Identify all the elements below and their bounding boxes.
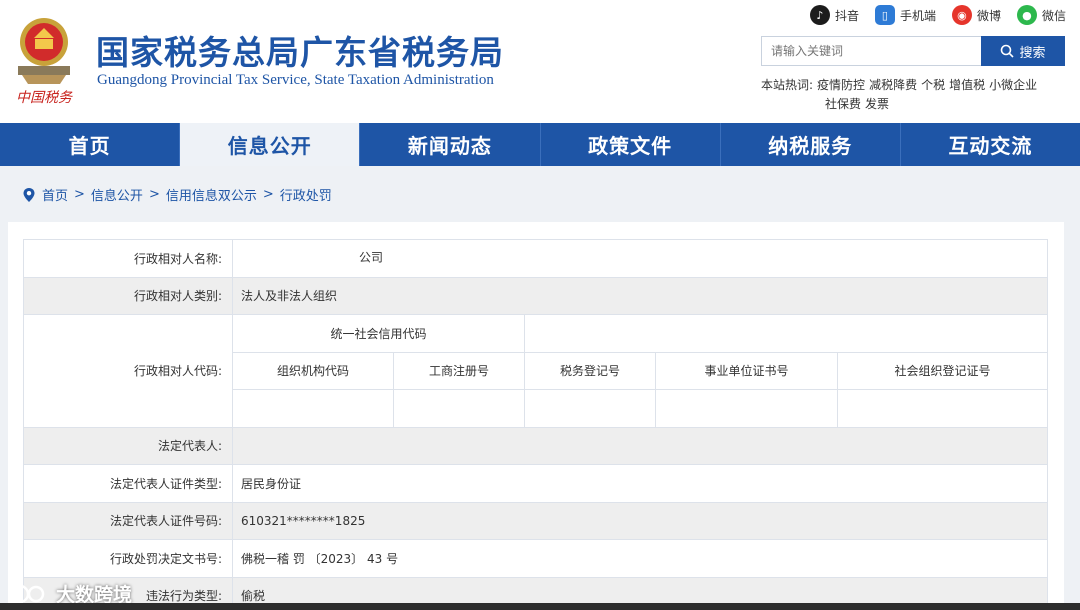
social-wechat[interactable]: ● 微信 xyxy=(1016,5,1066,25)
id-no-label: 法定代表人证件号码: xyxy=(23,501,233,540)
site-title: 国家税务总局广东省税务局 xyxy=(96,33,504,72)
hot-word-link[interactable]: 减税降费 xyxy=(869,78,917,92)
type-label: 行政相对人类别: xyxy=(23,276,233,315)
table-row: 行政处罚决定文书号: 佛税一稽 罚 〔2023〕 43 号 xyxy=(23,539,1049,578)
tax-reg-header: 税务登记号 xyxy=(524,351,656,390)
table-row: 行政相对人名称: 公司 xyxy=(23,239,1049,278)
douyin-icon: ♪ xyxy=(809,5,830,25)
table-row: 法定代表人证件类型: 居民身份证 xyxy=(23,464,1049,503)
legal-rep-label: 法定代表人: xyxy=(23,426,233,465)
weibo-icon: ◉ xyxy=(951,5,972,25)
id-type-value: 居民身份证 xyxy=(231,464,1049,503)
credit-code-label: 统一社会信用代码 xyxy=(232,314,525,353)
site-header: 中国税务 国家税务总局广东省税务局 Guangdong Provincial T… xyxy=(0,0,1080,123)
breadcrumb-credit-info[interactable]: 信用信息双公示 xyxy=(166,185,257,204)
code-label: 行政相对人代码: xyxy=(23,314,233,428)
nav-item-tax-service[interactable]: 纳税服务 xyxy=(721,123,901,166)
business-reg-value xyxy=(393,389,525,428)
id-type-label: 法定代表人证件类型: xyxy=(23,464,233,503)
social-mobile[interactable]: ▯ 手机端 xyxy=(874,5,936,25)
id-no-value: 610321********1825 xyxy=(231,501,1049,540)
social-org-header: 社会组织登记证号 xyxy=(836,351,1049,390)
hot-word-link[interactable]: 社保费 xyxy=(825,97,861,111)
decision-label: 行政处罚决定文书号: xyxy=(23,539,233,578)
social-weibo-label: 微博 xyxy=(976,8,1001,23)
decision-value: 佛税一稽 罚 〔2023〕 43 号 xyxy=(231,539,1049,578)
social-douyin-label: 抖音 xyxy=(834,8,859,23)
mobile-icon: ▯ xyxy=(874,5,895,25)
tax-reg-value xyxy=(524,389,656,428)
social-links: ♪ 抖音 ▯ 手机端 ◉ 微博 ● 微信 xyxy=(809,5,1066,25)
nav-item-info-disclosure[interactable]: 信息公开 xyxy=(180,123,361,166)
search-icon xyxy=(1001,44,1015,58)
social-wechat-label: 微信 xyxy=(1041,8,1066,23)
main-nav: 首页 信息公开 新闻动态 政策文件 纳税服务 互动交流 xyxy=(0,123,1080,166)
search-input[interactable] xyxy=(761,36,981,66)
org-code-header: 组织机构代码 xyxy=(232,351,394,390)
tax-emblem-logo[interactable]: 中国税务 xyxy=(8,12,80,106)
credit-code-value xyxy=(523,314,1049,353)
nav-item-news[interactable]: 新闻动态 xyxy=(360,123,541,166)
table-row: 行政相对人代码: 统一社会信用代码 xyxy=(23,314,1049,428)
social-org-value xyxy=(836,389,1049,428)
table-row: 行政相对人类别: 法人及非法人组织 xyxy=(23,276,1049,315)
hot-word-link[interactable]: 个税 xyxy=(921,78,945,92)
breadcrumb-info-disclosure[interactable]: 信息公开 xyxy=(91,185,143,204)
search-button-label: 搜索 xyxy=(1019,45,1046,61)
social-douyin[interactable]: ♪ 抖音 xyxy=(809,5,859,25)
hot-words-label: 本站热词: xyxy=(761,78,814,92)
business-reg-header: 工商注册号 xyxy=(393,351,525,390)
table-row: 法定代表人: xyxy=(23,426,1049,465)
site-subtitle: Guangdong Provincial Tax Service, State … xyxy=(97,72,494,88)
nav-item-interaction[interactable]: 互动交流 xyxy=(901,123,1080,166)
breadcrumb-admin-penalty[interactable]: 行政处罚 xyxy=(280,185,332,204)
redacted-block xyxy=(241,241,359,276)
location-pin-icon xyxy=(23,187,35,202)
type-value: 法人及非法人组织 xyxy=(231,276,1049,315)
breadcrumb-separator: > xyxy=(148,187,160,202)
breadcrumb: 首页 > 信息公开 > 信用信息双公示 > 行政处罚 xyxy=(22,185,332,204)
breadcrumb-home[interactable]: 首页 xyxy=(42,185,68,204)
search-button[interactable]: 搜索 xyxy=(981,36,1065,66)
hot-word-link[interactable]: 增值税 xyxy=(949,78,985,92)
penalty-detail-table: 行政相对人名称: 公司 行政相对人类别: 法人及非法人组织 行政相对人代码: 统… xyxy=(23,239,1049,610)
org-code-value xyxy=(232,389,394,428)
breadcrumb-separator: > xyxy=(262,187,274,202)
hot-word-link[interactable]: 疫情防控 xyxy=(817,78,865,92)
watermark-logo-icon xyxy=(10,584,45,603)
nav-item-policy[interactable]: 政策文件 xyxy=(541,123,721,166)
svg-text:中国税务: 中国税务 xyxy=(16,90,73,106)
hot-words: 本站热词: 疫情防控 减税降费 个税 增值税 小微企业社保费 发票 xyxy=(761,76,1061,114)
institution-cert-value xyxy=(655,389,838,428)
hot-word-link[interactable]: 小微企业 xyxy=(989,78,1037,92)
social-mobile-label: 手机端 xyxy=(899,8,936,23)
social-weibo[interactable]: ◉ 微博 xyxy=(951,5,1001,25)
name-value: 公司 xyxy=(231,239,1049,278)
wechat-icon: ● xyxy=(1016,5,1037,25)
name-label: 行政相对人名称: xyxy=(23,239,233,278)
table-row: 法定代表人证件号码: 610321********1825 xyxy=(23,501,1049,540)
search-box: 搜索 xyxy=(761,36,1065,66)
nav-item-home[interactable]: 首页 xyxy=(0,123,181,166)
institution-cert-header: 事业单位证书号 xyxy=(655,351,838,390)
name-value-text: 公司 xyxy=(359,250,384,265)
legal-rep-value xyxy=(231,426,1049,465)
bottom-edge xyxy=(0,603,1080,610)
hot-word-link[interactable]: 发票 xyxy=(865,97,889,111)
breadcrumb-separator: > xyxy=(74,187,85,202)
